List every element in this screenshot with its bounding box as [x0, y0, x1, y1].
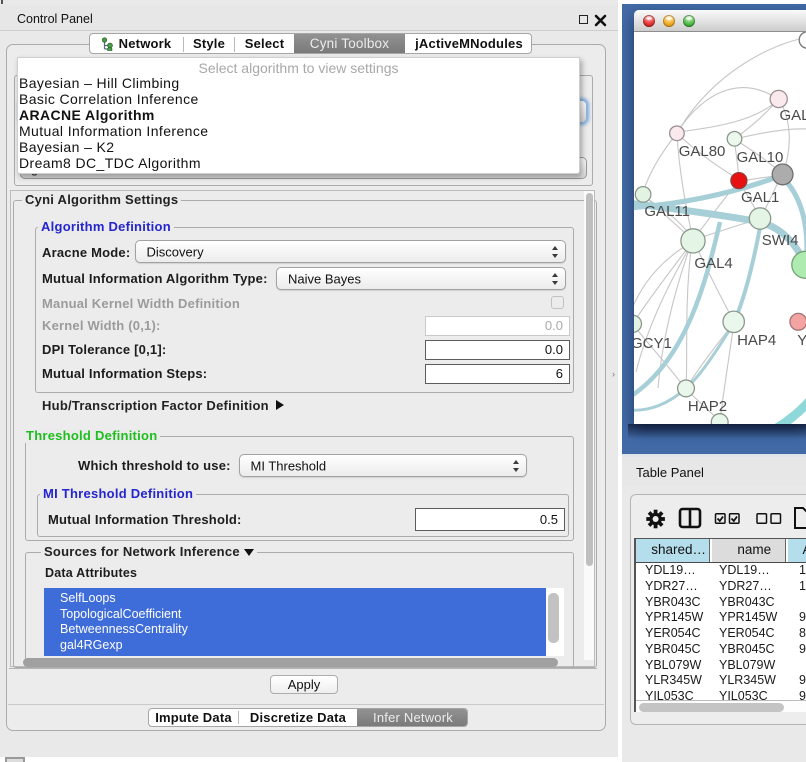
- svg-text:GAL10: GAL10: [737, 149, 784, 166]
- svg-text:GAL11: GAL11: [644, 203, 690, 220]
- svg-text:SWI4: SWI4: [762, 232, 799, 249]
- svg-text:YM: YM: [797, 332, 806, 349]
- svg-text:GAL2: GAL2: [780, 107, 806, 124]
- svg-text:GAL80: GAL80: [679, 143, 726, 160]
- svg-text:GCY1: GCY1: [634, 335, 672, 352]
- svg-text:GAL4: GAL4: [694, 255, 732, 272]
- svg-text:GAL1: GAL1: [741, 189, 779, 206]
- svg-text:HAP2: HAP2: [688, 398, 727, 415]
- svg-text:HAP4: HAP4: [737, 332, 776, 349]
